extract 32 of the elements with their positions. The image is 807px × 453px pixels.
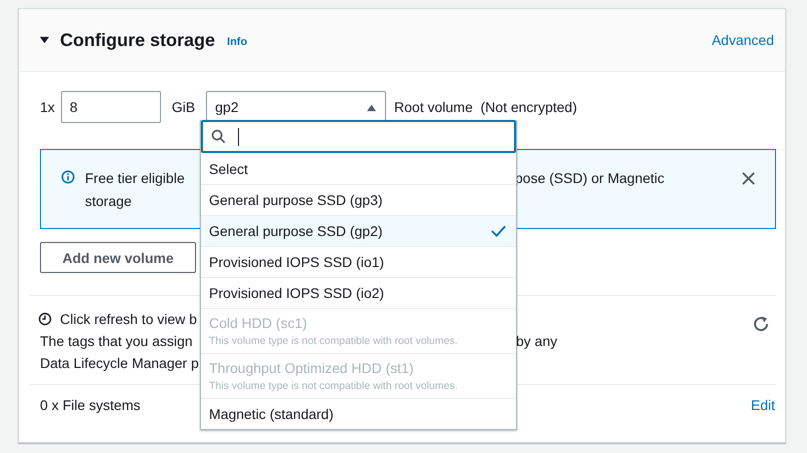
option-description: This volume type is not compatible with root volumes. xyxy=(209,335,459,347)
check-icon xyxy=(491,225,506,237)
caret-icon[interactable] xyxy=(39,34,50,46)
tags-text: The tags that you assign xyxy=(40,333,193,349)
dropdown-option[interactable]: Magnetic (standard) xyxy=(201,398,516,429)
tags-text: Data Lifecycle Manager p xyxy=(40,354,199,373)
volume-description: Root volume (Not encrypted) xyxy=(394,99,577,115)
alert-text: storage xyxy=(85,192,132,211)
close-icon[interactable] xyxy=(742,172,755,185)
size-field[interactable]: 8 xyxy=(60,91,161,123)
dropdown-option[interactable]: Provisioned IOPS SSD (io1) xyxy=(201,246,516,277)
section-title: Configure storage xyxy=(60,30,216,50)
dropdown-option[interactable]: General purpose SSD (gp2) xyxy=(201,215,516,246)
dropdown-option[interactable]: Select xyxy=(201,153,516,184)
refresh-icon[interactable] xyxy=(751,314,771,334)
search-field[interactable] xyxy=(201,120,516,153)
info-icon xyxy=(61,170,75,184)
add-volume-button[interactable]: Add new volume xyxy=(40,242,196,273)
dropdown-option[interactable]: Provisioned IOPS SSD (io2) xyxy=(201,277,516,308)
file-systems-label: 0 x File systems xyxy=(40,397,140,413)
clock-icon xyxy=(38,312,52,326)
tags-text: by any xyxy=(516,332,558,351)
refresh-hint: Click refresh to view b xyxy=(60,310,197,329)
edit-link[interactable]: Edit xyxy=(750,397,775,413)
alert-text: Free tier eligible xyxy=(85,170,185,186)
info-link[interactable]: Info xyxy=(227,36,248,48)
unit-label: GiB xyxy=(172,99,196,115)
caret-icon xyxy=(366,102,378,112)
volume-count: 1x xyxy=(40,99,55,115)
search-icon xyxy=(211,129,226,144)
option-description: This volume type is not compatible with root volumes. xyxy=(209,380,459,392)
advanced-link[interactable]: Advanced xyxy=(712,32,774,48)
